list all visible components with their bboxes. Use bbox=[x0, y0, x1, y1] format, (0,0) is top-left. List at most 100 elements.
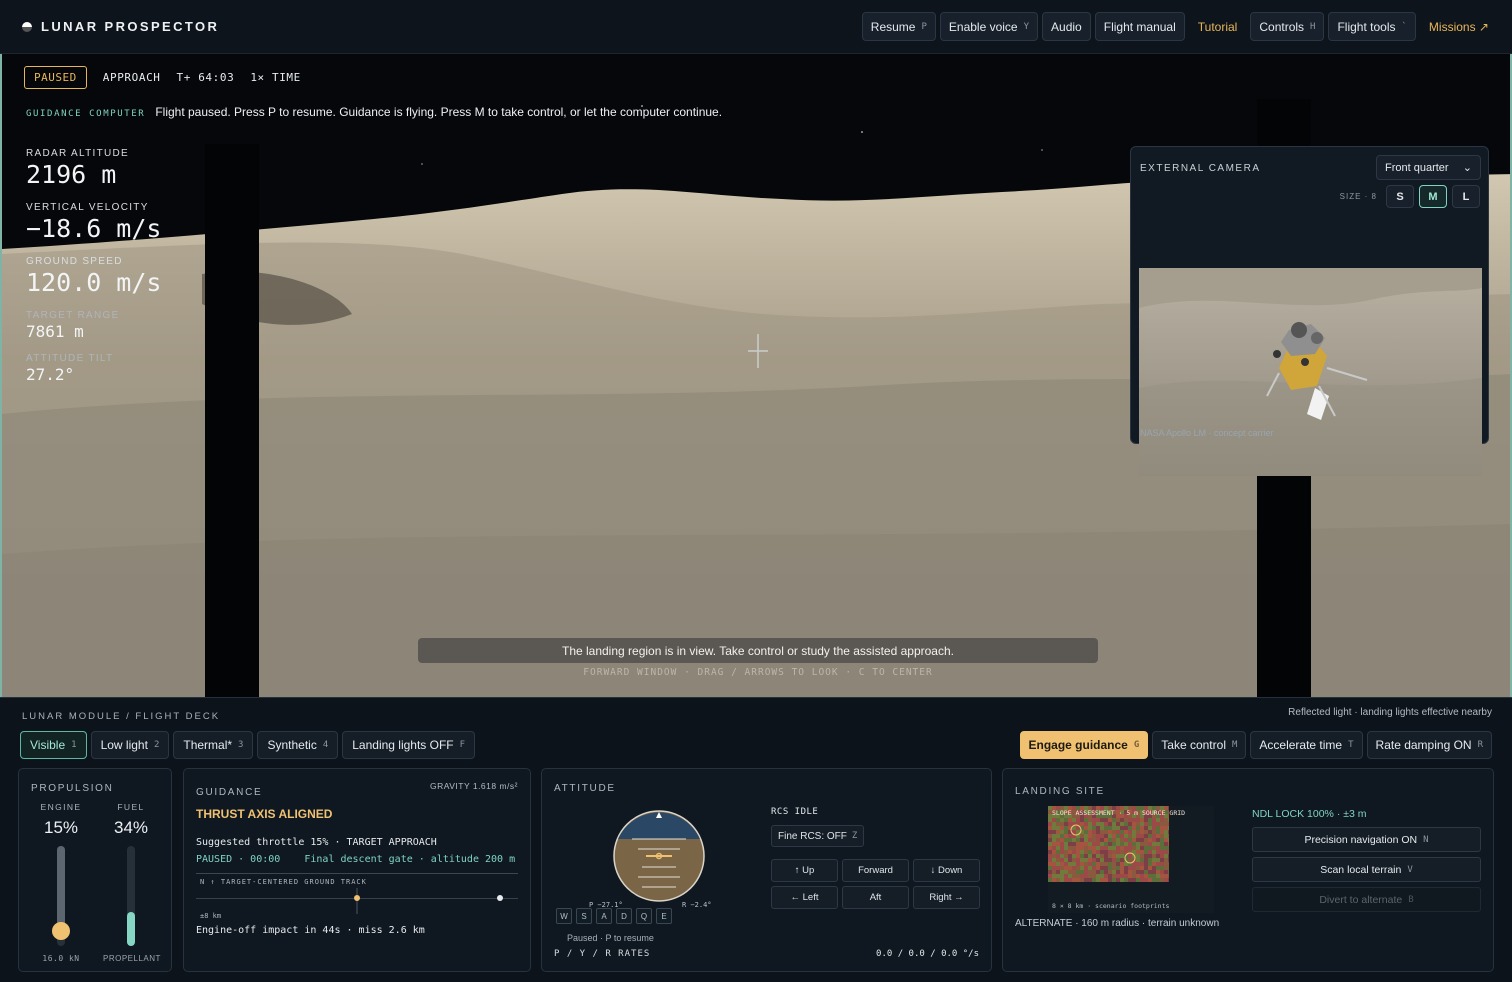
fuel-gauge: FUEL 34% PROPELLANT bbox=[103, 802, 160, 963]
missions-link[interactable]: Missions ↗ bbox=[1420, 12, 1498, 41]
rcs-down-button[interactable]: ↓ Down bbox=[913, 859, 980, 882]
ground-speed-label: GROUND SPEED bbox=[26, 256, 123, 267]
rate-damping-label: Rate damping ON bbox=[1375, 738, 1472, 752]
thermal-mode-button[interactable]: Thermal* 3 bbox=[173, 731, 254, 759]
fuel-fill bbox=[127, 912, 135, 946]
audio-button[interactable]: Audio bbox=[1042, 12, 1091, 41]
attitude-tilt-readout: ATTITUDE TILT 27.2° bbox=[26, 353, 161, 384]
accelerate-time-key: T bbox=[1348, 740, 1354, 750]
flight-deck: LUNAR MODULE / FLIGHT DECK Reflected lig… bbox=[0, 697, 1512, 982]
precision-navigation-key: N bbox=[1423, 834, 1429, 845]
camera-view-select[interactable]: Front quarter ⌄ bbox=[1376, 155, 1481, 180]
accelerate-time-button[interactable]: Accelerate time T bbox=[1250, 731, 1363, 759]
throttle-slider[interactable] bbox=[52, 846, 70, 946]
resume-button[interactable]: Resume P bbox=[861, 12, 936, 41]
size-m-button[interactable]: M bbox=[1419, 185, 1447, 208]
rcs-aft-button[interactable]: Aft bbox=[842, 886, 909, 909]
key-q[interactable]: Q bbox=[636, 908, 652, 924]
resume-key: P bbox=[921, 21, 927, 32]
precision-navigation-button[interactable]: Precision navigation ON N bbox=[1252, 827, 1481, 852]
view-controls-hint: FORWARD WINDOW · DRAG / ARROWS TO LOOK ·… bbox=[583, 667, 933, 678]
slope-assessment-map: SLOPE ASSESSMENT · 5 m SOURCE GRID 8 × 8… bbox=[1048, 806, 1214, 913]
telemetry-readouts: RADAR ALTITUDE 2196 m VERTICAL VELOCITY … bbox=[26, 148, 161, 384]
radar-altitude-value: 2196 m bbox=[26, 160, 117, 189]
resume-label: Resume bbox=[870, 19, 916, 34]
flight-status-row: PAUSED APPROACH T+ 64:03 1× TIME bbox=[24, 66, 301, 89]
flight-action-buttons: Engage guidance G Take control M Accelerat… bbox=[1019, 731, 1492, 759]
view-mode-buttons: Visible 1 Low light 2 Thermal* 3 Synthetic 4… bbox=[20, 731, 476, 759]
rcs-forward-button[interactable]: Forward bbox=[842, 859, 909, 882]
low-light-mode-button[interactable]: Low light 2 bbox=[90, 731, 170, 759]
flight-manual-button[interactable]: Flight manual bbox=[1094, 12, 1185, 41]
key-e[interactable]: E bbox=[656, 908, 672, 924]
size-l-button[interactable]: L bbox=[1452, 185, 1480, 208]
rcs-status: RCS IDLE bbox=[771, 807, 819, 817]
key-s[interactable]: S bbox=[576, 908, 592, 924]
chevron-down-icon: ⌄ bbox=[1462, 162, 1472, 174]
top-nav: Resume P Enable voice Y Audio Flight manua… bbox=[861, 12, 1498, 41]
rcs-left-button[interactable]: ← Left bbox=[771, 886, 838, 909]
fine-rcs-toggle[interactable]: Fine RCS: OFF Z bbox=[771, 825, 865, 847]
landing-lights-button[interactable]: Landing lights OFF F bbox=[342, 731, 476, 759]
flight-manual-label: Flight manual bbox=[1103, 19, 1176, 34]
vertical-velocity-readout: VERTICAL VELOCITY −18.6 m/s bbox=[26, 202, 161, 243]
guidance-title: GUIDANCE bbox=[196, 787, 263, 798]
audio-label: Audio bbox=[1051, 19, 1082, 34]
visible-mode-key: 1 bbox=[71, 740, 77, 750]
flight-deck-title: LUNAR MODULE / FLIGHT DECK bbox=[22, 711, 221, 722]
synthetic-mode-button[interactable]: Synthetic 4 bbox=[257, 731, 339, 759]
radar-altitude-label: RADAR ALTITUDE bbox=[26, 148, 130, 159]
divert-alternate-key: B bbox=[1408, 894, 1414, 905]
tutorial-link[interactable]: Tutorial bbox=[1189, 12, 1247, 41]
enable-voice-button[interactable]: Enable voice Y bbox=[939, 12, 1039, 41]
landing-site-panel: LANDING SITE SLOPE ASSESSMENT · 5 m SOUR… bbox=[1002, 768, 1494, 972]
attitude-paused-note: Paused · P to resume bbox=[567, 933, 654, 943]
low-light-mode-key: 2 bbox=[153, 740, 160, 750]
forward-window-viewport[interactable]: PAUSED APPROACH T+ 64:03 1× TIME GUIDANC… bbox=[0, 54, 1512, 697]
ndl-lock-status: NDL LOCK 100% · ±3 m bbox=[1252, 808, 1367, 820]
throttle-handle[interactable] bbox=[52, 922, 70, 940]
guidance-computer-label: GUIDANCE COMPUTER bbox=[26, 109, 146, 119]
key-d[interactable]: D bbox=[616, 908, 632, 924]
engine-label: ENGINE bbox=[40, 802, 82, 812]
visible-mode-button[interactable]: Visible 1 bbox=[20, 731, 87, 759]
external-camera-title: EXTERNAL CAMERA bbox=[1140, 163, 1261, 174]
take-control-button[interactable]: Take control M bbox=[1152, 731, 1247, 759]
ground-track-markers bbox=[354, 888, 503, 914]
ground-speed-readout: GROUND SPEED 120.0 m/s bbox=[26, 256, 161, 297]
landing-lights-label: Landing lights OFF bbox=[352, 738, 454, 752]
slope-assessment-title: SLOPE ASSESSMENT · 5 m SOURCE GRID bbox=[1052, 809, 1186, 817]
flight-tools-key: ` bbox=[1401, 21, 1407, 32]
attitude-indicator-ball bbox=[613, 810, 705, 902]
slope-heatmap bbox=[1048, 806, 1169, 882]
key-w[interactable]: W bbox=[556, 908, 572, 924]
thermal-mode-label: Thermal* bbox=[183, 738, 233, 752]
rates-label: P / Y / R RATES bbox=[554, 949, 651, 959]
rcs-up-button[interactable]: ↑ Up bbox=[771, 859, 838, 882]
rcs-right-button[interactable]: Right → bbox=[913, 886, 980, 909]
guidance-computer-text: Flight paused. Press P to resume. Guidan… bbox=[155, 105, 723, 119]
flight-tools-button[interactable]: Flight tools ` bbox=[1328, 12, 1416, 41]
attitude-tilt-label: ATTITUDE TILT bbox=[26, 353, 114, 364]
slope-assessment-footnote: 8 × 8 km · scenario footprints bbox=[1052, 902, 1170, 910]
thermal-mode-key: 3 bbox=[238, 740, 244, 750]
attitude-panel: ATTITUDE P −27.1° R −2.4° W S A D Q E Pa… bbox=[541, 768, 992, 972]
roll-readout: R −2.4° bbox=[682, 901, 712, 909]
vertical-velocity-label: VERTICAL VELOCITY bbox=[26, 202, 149, 213]
tutorial-label: Tutorial bbox=[1197, 19, 1238, 34]
throttle-fill bbox=[57, 846, 65, 931]
rate-damping-button[interactable]: Rate damping ON R bbox=[1366, 731, 1492, 759]
top-bar: LUNAR PROSPECTOR Resume P Enable voice Y A… bbox=[0, 0, 1512, 54]
take-control-key: M bbox=[1231, 740, 1238, 750]
engage-guidance-button[interactable]: Engage guidance G bbox=[1019, 731, 1149, 759]
controls-button[interactable]: Controls H bbox=[1250, 12, 1325, 41]
lighting-note: Reflected light · landing lights effecti… bbox=[1288, 707, 1492, 718]
scan-terrain-button[interactable]: Scan local terrain V bbox=[1252, 857, 1481, 882]
divert-alternate-button[interactable]: Divert to alternate B bbox=[1252, 887, 1481, 912]
fine-rcs-key: Z bbox=[851, 831, 858, 841]
precision-navigation-label: Precision navigation ON bbox=[1304, 833, 1418, 846]
size-s-button[interactable]: S bbox=[1386, 185, 1414, 208]
key-a[interactable]: A bbox=[596, 908, 612, 924]
engine-thrust: 16.0 kN bbox=[42, 954, 80, 963]
propulsion-panel: PROPULSION ENGINE 15% 16.0 kN FUEL 34% P… bbox=[18, 768, 172, 972]
